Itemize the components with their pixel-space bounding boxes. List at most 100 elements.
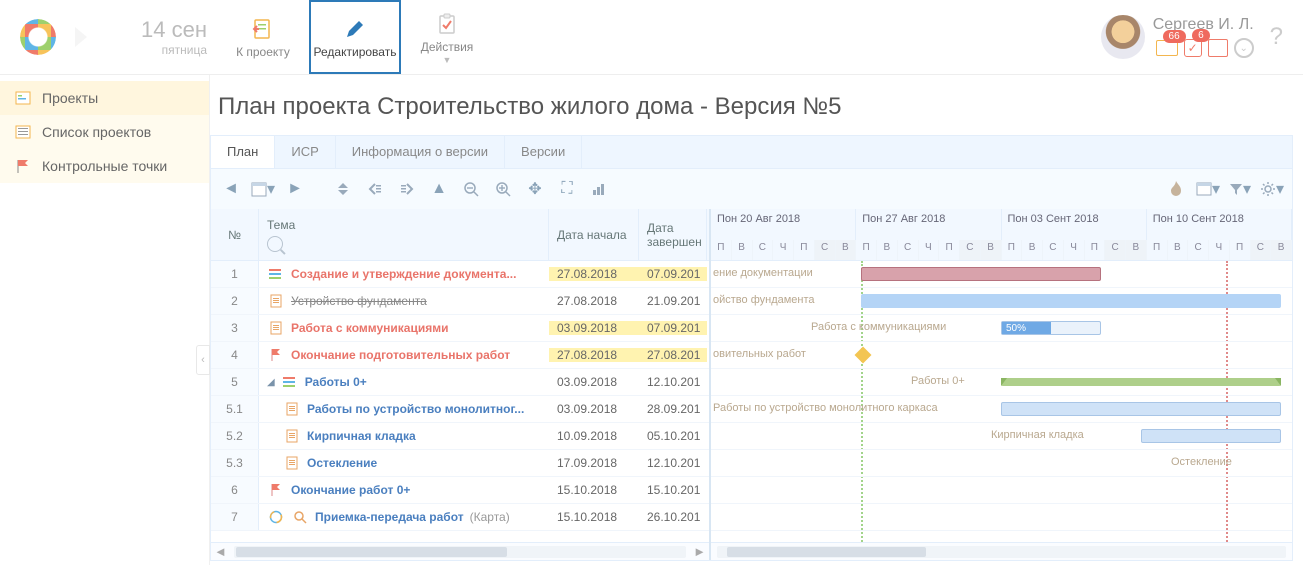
gantt-week: Пон 27 Авг 2018 (856, 209, 1001, 240)
move-up-icon[interactable]: ▲ (427, 177, 451, 201)
outdent-icon[interactable] (363, 177, 387, 201)
gantt-body[interactable]: ение документации ойство фундамента Рабо… (711, 261, 1292, 542)
expand-caret[interactable]: ◢ (267, 377, 275, 388)
user-menu-caret[interactable]: ⌄ (1234, 38, 1254, 58)
row-start: 03.09.2018 (549, 321, 639, 335)
flag-icon (14, 157, 32, 175)
back-icon[interactable]: ◄ (219, 177, 243, 201)
tasks-button[interactable]: ✓ 6 (1184, 39, 1202, 57)
row-start: 10.09.2018 (549, 429, 639, 443)
table-row[interactable]: 1Создание и утверждение документа...27.0… (211, 261, 709, 288)
table-row[interactable]: 6Окончание работ 0+15.10.201815.10.201 (211, 477, 709, 504)
gantt-summary-bar[interactable] (1001, 378, 1281, 386)
ribbon-edit[interactable]: Редактировать (309, 0, 401, 74)
table-row[interactable]: 5.1Работы по устройство монолитног...03.… (211, 396, 709, 423)
date-range-icon[interactable]: ▾ (1196, 177, 1220, 201)
flame-icon[interactable] (1164, 177, 1188, 201)
table-row[interactable]: 2Устройство фундамента27.08.201821.09.20… (211, 288, 709, 315)
gantt-day: В (1168, 240, 1189, 260)
tab-versions[interactable]: Версии (505, 136, 582, 168)
gantt-day: С (1105, 240, 1126, 260)
sidebar-collapse[interactable]: ‹ (196, 345, 210, 375)
row-end: 12.10.201 (639, 456, 707, 470)
avatar[interactable] (1101, 15, 1145, 59)
sidebar: Проекты Список проектов Контрольные точк… (0, 75, 210, 565)
gantt-row-label: Остекление (1171, 456, 1232, 468)
gantt-day: В (836, 240, 857, 260)
date-sub: пятница (162, 43, 207, 57)
forward-icon[interactable]: ► (283, 177, 307, 201)
table-h-scroll[interactable]: ◄ ► (211, 542, 709, 560)
table-row[interactable]: 5◢Работы 0+03.09.201812.10.201 (211, 369, 709, 396)
gantt-row-label: ение документации (713, 267, 813, 279)
table-row[interactable]: 4Окончание подготовительных работ27.08.2… (211, 342, 709, 369)
calendar-picker-icon[interactable]: ▾ (251, 177, 275, 201)
gantt-bar[interactable] (1001, 402, 1281, 416)
row-num: 5.1 (211, 396, 259, 422)
gantt-milestone[interactable] (855, 347, 872, 364)
row-start: 27.08.2018 (549, 267, 639, 281)
search-icon (291, 509, 309, 525)
gantt-day: Ч (773, 240, 794, 260)
gantt-bar[interactable] (1141, 429, 1281, 443)
gantt-week: Пон 20 Авг 2018 (711, 209, 856, 240)
tab-wbs[interactable]: ИСР (275, 136, 335, 168)
pan-icon[interactable]: ✥ (523, 177, 547, 201)
gantt-header: Пон 20 Авг 2018Пон 27 Авг 2018Пон 03 Сен… (711, 209, 1292, 261)
table-row[interactable]: 3Работа с коммуникациями03.09.201807.09.… (211, 315, 709, 342)
table-row[interactable]: 7Приемка-передача работ (Карта)15.10.201… (211, 504, 709, 531)
collapse-icon[interactable] (331, 177, 355, 201)
table-row[interactable]: 5.2Кирпичная кладка10.09.201805.10.201 (211, 423, 709, 450)
zoom-in-icon[interactable] (491, 177, 515, 201)
task-table: № Тема Дата начала Дата завершен 1Создан… (211, 209, 711, 560)
gantt-day: С (1043, 240, 1064, 260)
help-button[interactable]: ? (1262, 23, 1291, 51)
mail-button[interactable]: 66 (1156, 40, 1178, 56)
calendar-icon[interactable] (1208, 39, 1228, 57)
row-end: 28.09.201 (639, 402, 707, 416)
row-start: 15.10.2018 (549, 510, 639, 524)
gantt-bar[interactable] (861, 267, 1101, 281)
task-name: Устройство фундамента (291, 294, 427, 308)
tab-plan[interactable]: План (211, 136, 275, 168)
row-num: 1 (211, 261, 259, 287)
ribbon-to-project[interactable]: К проекту (217, 0, 309, 74)
tab-version-info[interactable]: Информация о версии (336, 136, 505, 168)
task-name: Кирпичная кладка (307, 429, 416, 443)
ribbon-actions[interactable]: Действия ▼ (401, 0, 493, 74)
sidebar-item-milestones[interactable]: Контрольные точки (0, 149, 209, 183)
row-end: 07.09.201 (639, 267, 707, 281)
sidebar-item-projects[interactable]: Проекты (0, 81, 209, 115)
gantt-day: В (1126, 240, 1147, 260)
row-num: 4 (211, 342, 259, 368)
app-logo[interactable] (0, 0, 75, 74)
fullscreen-icon[interactable]: ⛶ (555, 177, 579, 201)
gantt-h-scroll[interactable] (711, 542, 1292, 560)
row-start: 27.08.2018 (549, 348, 639, 362)
row-topic: Остекление (259, 455, 549, 471)
table-body: 1Создание и утверждение документа...27.0… (211, 261, 709, 542)
col-num[interactable]: № (211, 209, 259, 260)
gantt-day: П (1085, 240, 1106, 260)
zoom-out-icon[interactable] (459, 177, 483, 201)
row-start: 03.09.2018 (549, 375, 639, 389)
filter-icon[interactable]: ▾ (1228, 177, 1252, 201)
row-topic: Работы по устройство монолитног... (259, 401, 549, 417)
gantt-bar[interactable] (861, 294, 1281, 308)
gantt-chart: Пон 20 Авг 2018Пон 27 Авг 2018Пон 03 Сен… (711, 209, 1292, 560)
col-start[interactable]: Дата начала (549, 209, 639, 260)
ribbon-label: К проекту (236, 45, 290, 59)
gear-icon[interactable]: ▾ (1260, 177, 1284, 201)
col-end[interactable]: Дата завершен (639, 209, 707, 260)
search-icon[interactable] (267, 236, 283, 252)
gantt-day: П (1230, 240, 1251, 260)
indent-icon[interactable] (395, 177, 419, 201)
chart-icon[interactable] (587, 177, 611, 201)
table-row[interactable]: 5.3Остекление17.09.201812.10.201 (211, 450, 709, 477)
task-type-icon (281, 374, 299, 390)
task-type-icon (283, 428, 301, 444)
gantt-bar-progress[interactable]: 50% (1001, 321, 1101, 335)
sidebar-item-project-list[interactable]: Список проектов (0, 115, 209, 149)
col-topic[interactable]: Тема (259, 209, 549, 260)
task-name: Приемка-передача работ (315, 510, 464, 524)
